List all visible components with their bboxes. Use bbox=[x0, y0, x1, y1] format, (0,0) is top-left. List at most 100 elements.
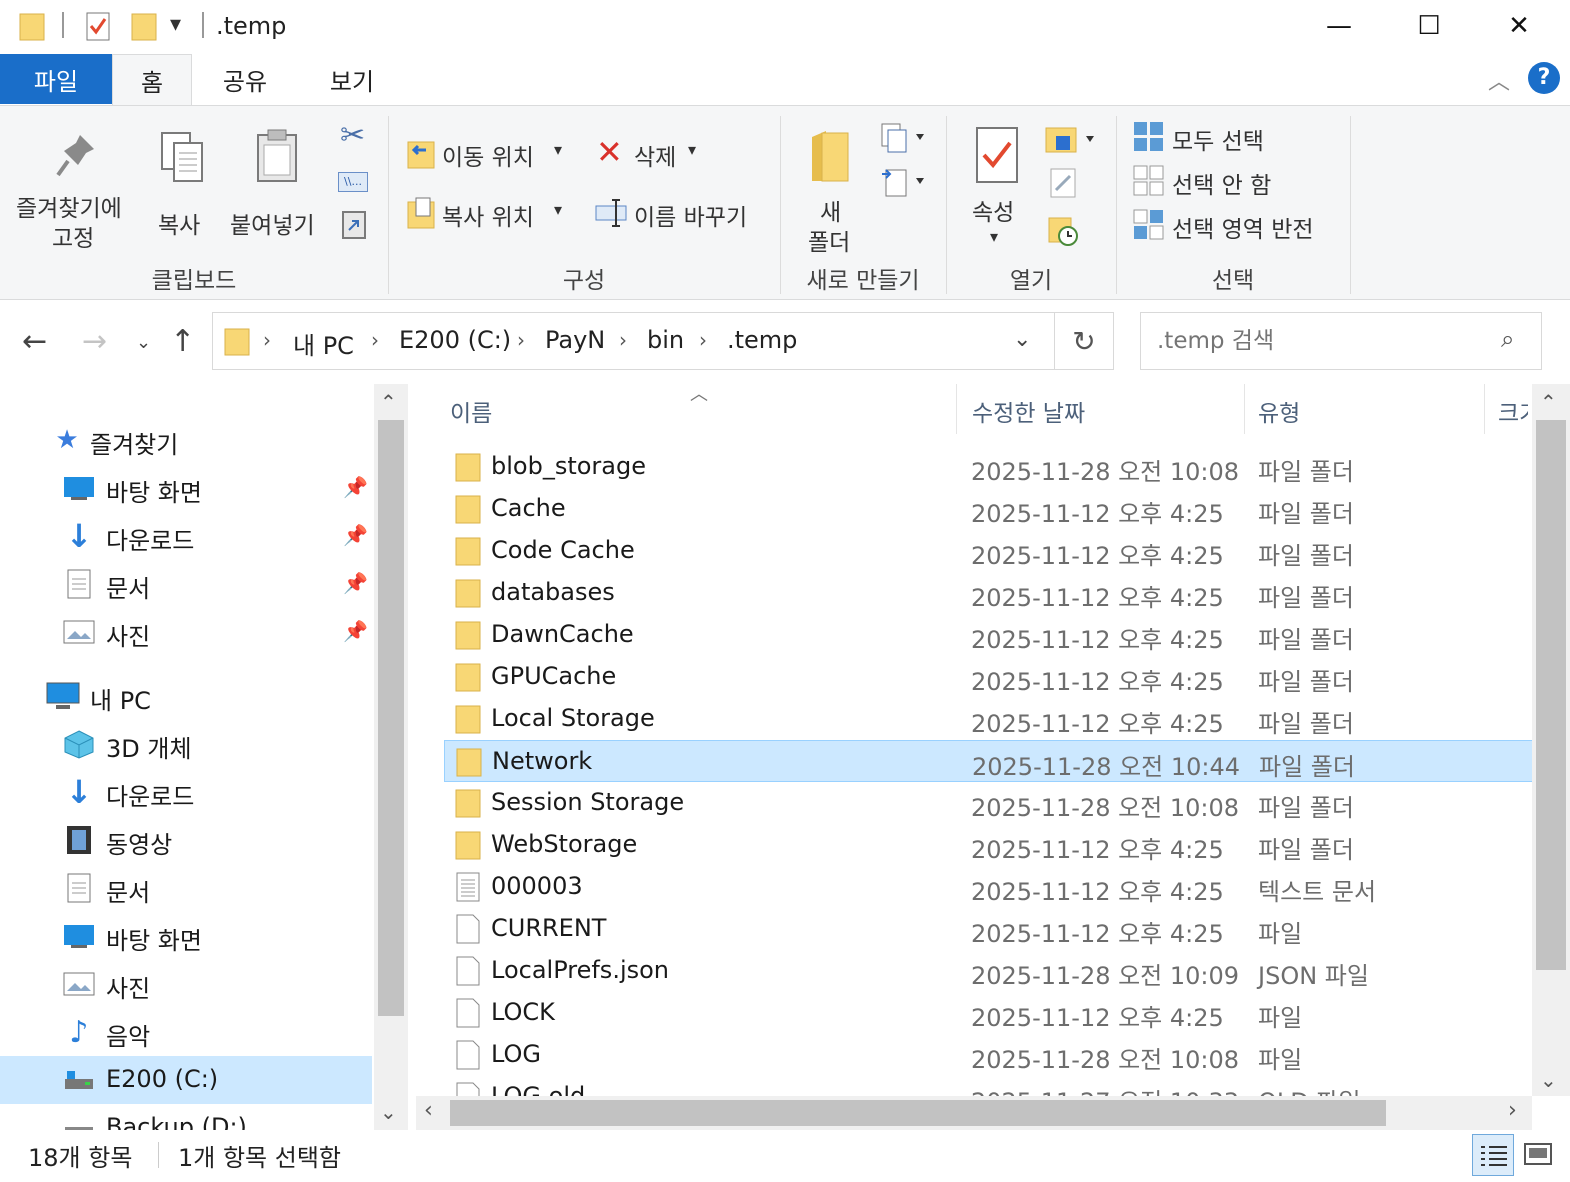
tab-view[interactable]: 보기 bbox=[310, 54, 394, 104]
table-row[interactable]: LOG 2025-11-28 오전 10:08 파일 bbox=[444, 1034, 1534, 1076]
table-row[interactable]: LOCK 2025-11-12 오후 4:25 파일 bbox=[444, 992, 1534, 1034]
edit-icon[interactable] bbox=[1048, 166, 1080, 200]
up-arrow-icon[interactable]: ↑ bbox=[170, 324, 195, 359]
table-row[interactable]: 000003 2025-11-12 오후 4:25 텍스트 문서 bbox=[444, 866, 1534, 908]
search-icon[interactable]: ⌕ bbox=[1501, 325, 1514, 353]
history-icon[interactable] bbox=[1046, 212, 1082, 248]
file-name: Cache bbox=[491, 494, 566, 522]
rename-button[interactable]: 이름 바꾸기 bbox=[594, 194, 770, 234]
maximize-button[interactable]: ☐ bbox=[1384, 0, 1474, 52]
nav-downloads[interactable]: ↓ 다운로드 bbox=[0, 768, 372, 816]
nav-drive-c[interactable]: E200 (C:) bbox=[0, 1056, 372, 1104]
nav-fav-downloads[interactable]: ↓ 다운로드 📌 bbox=[0, 512, 372, 560]
easy-access-icon[interactable] bbox=[878, 164, 930, 200]
help-icon[interactable]: ? bbox=[1528, 62, 1560, 94]
close-button[interactable]: ✕ bbox=[1474, 0, 1564, 52]
nav-pictures[interactable]: 사진 bbox=[0, 960, 372, 1008]
tab-home[interactable]: 홈 bbox=[112, 54, 192, 106]
paste-shortcut-icon[interactable] bbox=[340, 208, 368, 240]
nav-desktop[interactable]: 바탕 화면 bbox=[0, 912, 372, 960]
properties-button[interactable]: 속성 ▾ bbox=[962, 121, 1032, 261]
table-row[interactable]: WebStorage 2025-11-12 오후 4:25 파일 폴더 bbox=[444, 824, 1534, 866]
new-item-icon[interactable] bbox=[878, 120, 930, 154]
column-separator[interactable] bbox=[956, 384, 957, 434]
tab-share[interactable]: 공유 bbox=[200, 54, 290, 104]
details-view-button[interactable] bbox=[1472, 1134, 1514, 1176]
properties-quick-access-icon[interactable] bbox=[84, 10, 112, 42]
copy-to-button[interactable]: 복사 위치 ▾ bbox=[404, 194, 574, 234]
column-header-date[interactable]: 수정한 날짜 bbox=[972, 394, 1085, 428]
table-row[interactable]: GPUCache 2025-11-12 오후 4:25 파일 폴더 bbox=[444, 656, 1534, 698]
invert-selection-button[interactable]: 선택 영역 반전 bbox=[1130, 206, 1340, 246]
cut-icon[interactable]: ✂ bbox=[340, 118, 365, 153]
scroll-right-arrow-icon[interactable]: › bbox=[1508, 1098, 1517, 1123]
file-list-scrollbar-thumb[interactable] bbox=[1536, 420, 1566, 970]
nav-fav-documents[interactable]: 문서 📌 bbox=[0, 560, 372, 608]
table-row[interactable]: LocalPrefs.json 2025-11-28 오전 10:09 JSON 파… bbox=[444, 950, 1534, 992]
paste-button[interactable]: 붙여넣기 bbox=[226, 121, 330, 241]
scroll-down-arrow-icon[interactable]: ⌄ bbox=[380, 1100, 397, 1124]
select-all-button[interactable]: 모두 선택 bbox=[1130, 118, 1330, 158]
recent-locations-chevron-icon[interactable]: ⌄ bbox=[136, 332, 151, 353]
table-row[interactable]: DawnCache 2025-11-12 오후 4:25 파일 폴더 bbox=[444, 614, 1534, 656]
breadcrumb-drive-c[interactable]: E200 (C:) bbox=[399, 326, 511, 354]
collapse-ribbon-icon[interactable]: ︿ bbox=[1488, 64, 1510, 96]
breadcrumb-payn[interactable]: PayN bbox=[545, 326, 605, 354]
scroll-up-arrow-icon[interactable]: ⌃ bbox=[1540, 390, 1557, 414]
refresh-button[interactable]: ↻ bbox=[1054, 312, 1114, 370]
minimize-button[interactable]: — bbox=[1294, 0, 1384, 52]
move-to-button[interactable]: 이동 위치 ▾ bbox=[404, 134, 574, 174]
table-row[interactable]: CURRENT 2025-11-12 오후 4:25 파일 bbox=[444, 908, 1534, 950]
file-date: 2025-11-12 오후 4:25 bbox=[971, 710, 1224, 738]
nav-drive-d[interactable]: Backup (D:) bbox=[0, 1104, 372, 1130]
copy-button[interactable]: 복사 bbox=[150, 121, 216, 241]
table-row[interactable]: blob_storage 2025-11-28 오전 10:08 파일 폴더 bbox=[444, 446, 1534, 488]
nav-videos[interactable]: 동영상 bbox=[0, 816, 372, 864]
column-separator[interactable] bbox=[1484, 384, 1485, 434]
nav-this-pc[interactable]: 내 PC bbox=[0, 672, 372, 720]
forward-arrow-icon[interactable]: → bbox=[82, 324, 107, 359]
column-header-type[interactable]: 유형 bbox=[1258, 394, 1300, 428]
nav-scrollbar-thumb[interactable] bbox=[378, 420, 404, 1016]
nav-favorites[interactable]: ★ 즐겨찾기 bbox=[0, 416, 372, 464]
nav-documents[interactable]: 문서 bbox=[0, 864, 372, 912]
search-box[interactable]: ⌕ bbox=[1140, 312, 1542, 370]
large-icons-view-button[interactable] bbox=[1522, 1138, 1554, 1170]
pinned-icon: 📌 bbox=[343, 523, 368, 547]
delete-button[interactable]: ✕ 삭제 ▾ bbox=[596, 134, 716, 174]
scroll-down-arrow-icon[interactable]: ⌄ bbox=[1540, 1068, 1557, 1092]
breadcrumb-temp[interactable]: .temp bbox=[727, 326, 797, 354]
select-none-button[interactable]: 선택 안 함 bbox=[1130, 162, 1330, 202]
scroll-up-arrow-icon[interactable]: ⌃ bbox=[380, 390, 397, 414]
back-arrow-icon[interactable]: ← bbox=[22, 324, 47, 359]
table-row[interactable]: Network 2025-11-28 오전 10:44 파일 폴더 bbox=[444, 740, 1534, 782]
address-bar[interactable]: › 내 PC › E200 (C:) › PayN › bin › .temp … bbox=[212, 312, 1058, 370]
table-row[interactable]: Local Storage 2025-11-12 오후 4:25 파일 폴더 bbox=[444, 698, 1534, 740]
address-dropdown-chevron-icon[interactable]: ⌄ bbox=[1013, 327, 1031, 352]
nav-fav-desktop[interactable]: 바탕 화면 📌 bbox=[0, 464, 372, 512]
table-row[interactable]: Cache 2025-11-12 오후 4:25 파일 폴더 bbox=[444, 488, 1534, 530]
search-input[interactable] bbox=[1157, 325, 1477, 357]
nav-3d-objects[interactable]: 3D 개체 bbox=[0, 720, 372, 768]
new-folder-button[interactable]: 새 폴더 bbox=[796, 121, 866, 261]
copy-path-icon[interactable]: \\... bbox=[338, 172, 368, 192]
column-header-name[interactable]: 이름 bbox=[450, 394, 492, 428]
quick-access-dropdown-icon[interactable]: ▾ bbox=[170, 12, 181, 37]
file-icon bbox=[456, 1040, 480, 1070]
horizontal-scrollbar-thumb[interactable] bbox=[450, 1100, 1386, 1126]
open-icon[interactable] bbox=[1044, 122, 1100, 156]
tab-file[interactable]: 파일 bbox=[0, 54, 112, 104]
table-row[interactable]: Session Storage 2025-11-28 오전 10:08 파일 폴더 bbox=[444, 782, 1534, 824]
column-separator[interactable] bbox=[1244, 384, 1245, 434]
breadcrumb-bin[interactable]: bin bbox=[647, 326, 684, 354]
scroll-left-arrow-icon[interactable]: ‹ bbox=[424, 1098, 433, 1123]
breadcrumb-this-pc[interactable]: 내 PC bbox=[293, 326, 354, 361]
nav-fav-pictures[interactable]: 사진 📌 bbox=[0, 608, 372, 656]
table-row[interactable]: databases 2025-11-12 오후 4:25 파일 폴더 bbox=[444, 572, 1534, 614]
nav-music[interactable]: ♪ 음악 bbox=[0, 1008, 372, 1056]
new-folder-quick-access-icon[interactable] bbox=[130, 10, 158, 42]
column-header-size[interactable]: 크기 bbox=[1498, 394, 1528, 428]
file-name: 000003 bbox=[491, 872, 583, 900]
table-row[interactable]: Code Cache 2025-11-12 오후 4:25 파일 폴더 bbox=[444, 530, 1534, 572]
pin-to-quick-access-button[interactable]: 즐겨찾기에 고정 bbox=[10, 121, 140, 256]
